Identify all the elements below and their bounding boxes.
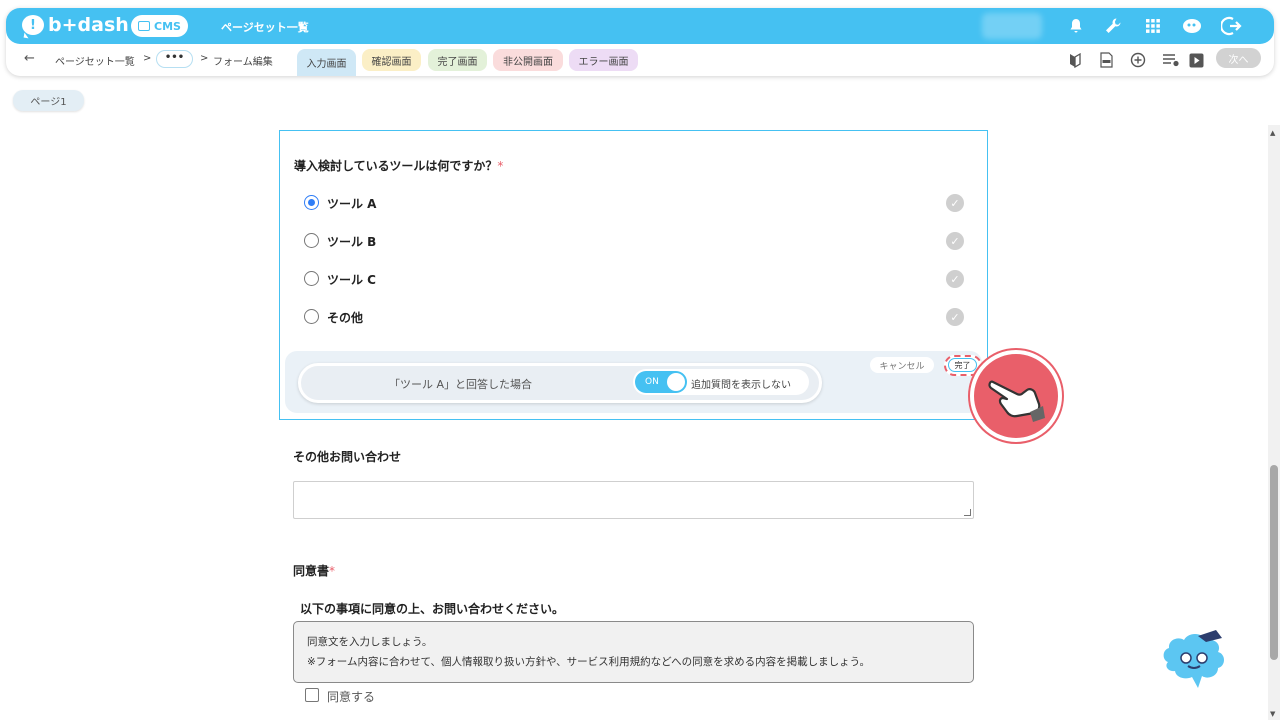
question-title-text: 導入検討しているツールは何ですか？ [294, 159, 498, 173]
consent-heading: 以下の事項に同意の上、お問い合わせください。 [300, 602, 565, 616]
user-info-blurred[interactable] [982, 13, 1042, 39]
list-settings-icon[interactable] [1161, 52, 1181, 68]
toggle-description: 追加質問を表示しない [691, 380, 791, 391]
consent-label-text: 同意書 [293, 564, 330, 578]
check-circle-icon[interactable]: ✓ [946, 232, 964, 250]
bdash-logo[interactable]: ! b+dash [22, 14, 129, 36]
check-circle-icon[interactable]: ✓ [946, 270, 964, 288]
sub-bar: ← ページセット一覧 > ••• > フォーム編集 入力画面 確認画面 完了画面… [6, 46, 1274, 76]
required-mark: * [497, 159, 504, 173]
breadcrumb-separator: > [200, 53, 209, 64]
tab-error-screen[interactable]: エラー画面 [569, 49, 638, 71]
header-title: ページセット一覧 [221, 21, 309, 34]
back-arrow-icon[interactable]: ← [24, 51, 35, 66]
breadcrumb-current: フォーム編集 [213, 57, 273, 68]
condition-rule: 「ツール A」と回答した場合 ON 追加質問を表示しない [298, 363, 822, 403]
option-label: ツール A [327, 197, 377, 211]
condition-toggle[interactable]: ON [635, 371, 687, 393]
condition-text: 「ツール A」と回答した場合 [389, 378, 533, 391]
condition-settings-area: 「ツール A」と回答した場合 ON 追加質問を表示しない キャンセル 完了 [285, 351, 982, 413]
logout-icon[interactable] [1220, 16, 1244, 36]
done-button[interactable]: 完了 [948, 358, 977, 372]
html-file-icon[interactable] [1098, 52, 1114, 68]
logo-text: b+dash [48, 14, 129, 36]
add-circle-icon[interactable] [1130, 52, 1146, 68]
cms-button[interactable]: CMS [131, 15, 188, 37]
check-circle-icon[interactable]: ✓ [946, 194, 964, 212]
cancel-button[interactable]: キャンセル [870, 357, 934, 373]
grid-icon[interactable] [1143, 16, 1163, 36]
radio-button[interactable] [304, 233, 319, 248]
radio-button[interactable] [304, 309, 319, 324]
condition-toggle-group: ON 追加質問を表示しない [633, 369, 809, 395]
consent-label: 同意書* [293, 562, 335, 579]
page-scrollbar[interactable]: ▲ ▼ [1268, 125, 1280, 720]
toggle-on-label: ON [645, 377, 659, 387]
consent-line-2: ※フォーム内容に合わせて、個人情報取り扱い方針や、サービス利用規約などへの同意を… [307, 656, 870, 668]
other-inquiry-textarea[interactable] [293, 481, 974, 519]
question-title: 導入検討しているツールは何ですか？* [294, 157, 503, 174]
cms-label: CMS [154, 19, 181, 33]
cms-edit-icon [138, 21, 151, 31]
beginner-mark-icon[interactable] [1067, 52, 1083, 68]
bell-icon[interactable] [1066, 16, 1086, 36]
scroll-up-arrow-icon[interactable]: ▲ [1270, 129, 1275, 137]
other-inquiry-label: その他お問い合わせ [293, 450, 402, 464]
radio-button-selected[interactable] [304, 195, 319, 210]
consent-line-1: 同意文を入力しましょう。 [307, 636, 433, 648]
check-circle-icon[interactable]: ✓ [946, 308, 964, 326]
scroll-thumb[interactable] [1270, 465, 1278, 660]
play-icon[interactable] [1188, 52, 1204, 68]
breadcrumb-ellipsis-button[interactable]: ••• [156, 50, 193, 68]
toggle-knob [667, 373, 685, 391]
top-bar: ! b+dash CMS ページセット一覧 [6, 8, 1274, 44]
radio-option[interactable]: その他 ✓ [304, 307, 964, 327]
app-header: ! b+dash CMS ページセット一覧 ← ページセット一覧 > ••• > [6, 8, 1274, 76]
option-label: ツール C [327, 273, 376, 287]
question-card-selected[interactable]: 導入検討しているツールは何ですか？* ツール A ✓ ツール B ✓ ツール C… [279, 130, 988, 420]
resize-grip-icon[interactable] [964, 509, 971, 516]
breadcrumb-page-set-list[interactable]: ページセット一覧 [55, 53, 135, 68]
radio-option[interactable]: ツール A ✓ [304, 193, 964, 213]
tab-input-screen[interactable]: 入力画面 [297, 49, 356, 76]
pointing-hand-icon [970, 350, 1062, 442]
tab-confirm-screen[interactable]: 確認画面 [362, 49, 421, 71]
radio-option[interactable]: ツール C ✓ [304, 269, 964, 289]
required-mark: * [329, 564, 336, 578]
radio-option[interactable]: ツール B ✓ [304, 231, 964, 251]
consent-text-box[interactable]: 同意文を入力しましょう。 ※フォーム内容に合わせて、個人情報取り扱い方針や、サー… [293, 621, 974, 683]
page-tab-1[interactable]: ページ1 [13, 90, 84, 111]
scroll-down-arrow-icon[interactable]: ▼ [1270, 710, 1275, 718]
logo-bubble-icon: ! [22, 15, 44, 35]
agree-checkbox-label[interactable]: 同意する [327, 688, 375, 705]
radio-button[interactable] [304, 271, 319, 286]
wrench-icon[interactable] [1103, 16, 1123, 36]
breadcrumb-separator: > [143, 53, 152, 64]
agree-checkbox[interactable] [305, 688, 319, 702]
next-button[interactable]: 次へ [1216, 48, 1261, 68]
chat-ai-icon[interactable] [1180, 16, 1204, 36]
option-label: その他 [327, 311, 364, 325]
help-mascot-icon[interactable] [1160, 626, 1230, 690]
tab-private-screen[interactable]: 非公開画面 [493, 49, 563, 71]
tab-complete-screen[interactable]: 完了画面 [428, 49, 487, 71]
option-label: ツール B [327, 235, 377, 249]
